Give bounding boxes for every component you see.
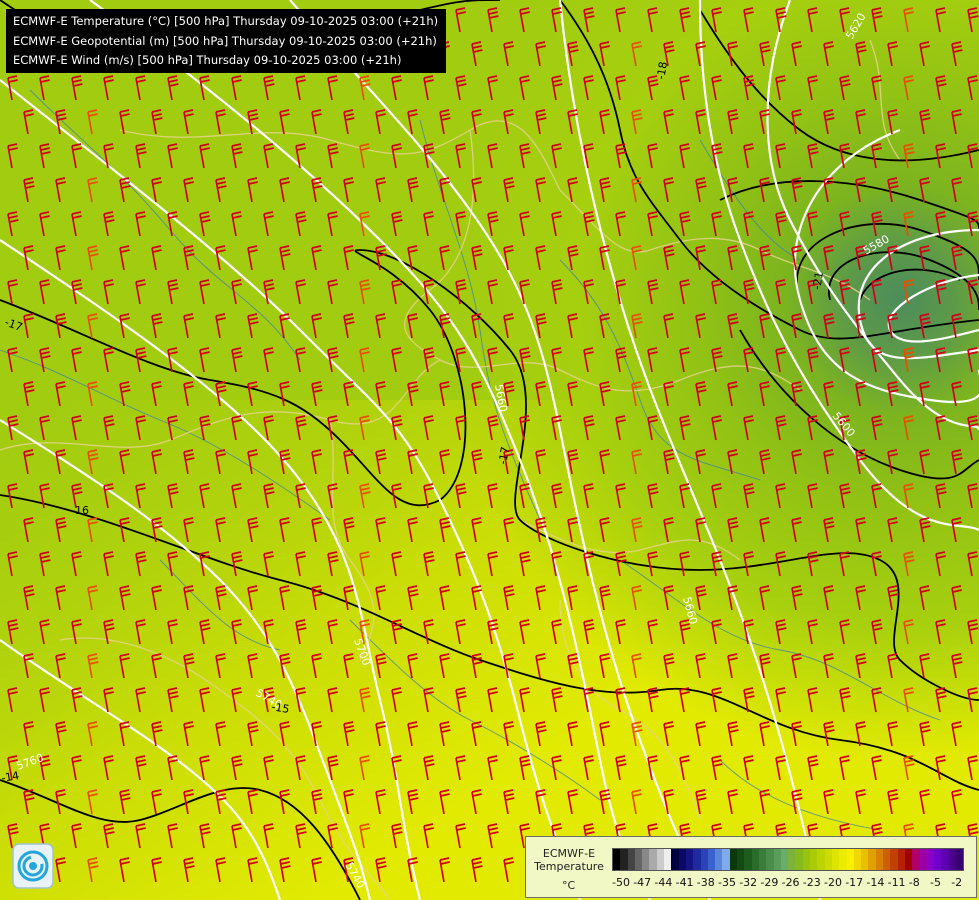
- legend-tick-label: -29: [760, 876, 779, 889]
- legend-tick-label: -32: [739, 876, 758, 889]
- legend-tick-label: -44: [654, 876, 673, 889]
- legend-swatch: [729, 849, 738, 870]
- wind-layer-title: ECMWF-E Wind (m/s) [500 hPa] Thursday 09…: [13, 53, 402, 68]
- legend-swatch: [634, 849, 643, 870]
- legend-tick-label: -20: [824, 876, 842, 889]
- legend-swatch: [766, 849, 774, 870]
- legend-swatch: [780, 849, 789, 870]
- legend-swatch: [649, 849, 657, 870]
- map-canvas[interactable]: 5620 5580 5600 5660 5660 5700 5740 5760 …: [0, 0, 979, 900]
- legend-swatch: [853, 849, 862, 870]
- legend-tick-label: -14: [866, 876, 885, 889]
- legend-swatch: [671, 849, 679, 870]
- legend-swatch: [831, 849, 840, 870]
- legend-swatch: [773, 849, 781, 870]
- legend-swatch: [737, 849, 745, 870]
- legend-swatch: [700, 849, 708, 870]
- legend-swatch: [948, 849, 956, 870]
- legend-tick-label: -47: [633, 876, 652, 889]
- legend-swatch: [758, 849, 767, 870]
- legend-swatch: [882, 849, 891, 870]
- legend-tick-label: -8: [908, 876, 920, 889]
- legend-swatch: [678, 849, 686, 870]
- legend-swatch: [912, 849, 920, 870]
- legend-swatch: [817, 849, 825, 870]
- legend-swatch: [613, 849, 621, 870]
- legend-swatch: [846, 849, 854, 870]
- legend-tick-label: -41: [675, 876, 694, 889]
- temperature-layer-title: ECMWF-E Temperature (°C) [500 hPa] Thurs…: [13, 14, 439, 28]
- legend-tick-label: -35: [718, 876, 736, 889]
- map-info-box: ECMWF-E Temperature (°C) [500 hPa] Thurs…: [6, 9, 447, 74]
- legend-tick-label: -2: [951, 876, 963, 889]
- legend-tick-label: -5: [930, 876, 941, 889]
- legend-swatch: [664, 849, 672, 870]
- legend-swatch: [875, 849, 883, 870]
- geopotential-layer-title: ECMWF-E Geopotential (m) [500 hPa] Thurs…: [13, 33, 437, 48]
- legend-swatch: [795, 849, 803, 870]
- legend-swatch: [810, 849, 818, 870]
- legend-swatch: [744, 849, 752, 870]
- legend-swatch: [707, 849, 716, 870]
- legend-swatch: [751, 849, 759, 870]
- legend-swatch: [685, 849, 694, 870]
- legend-swatch: [868, 849, 876, 870]
- legend-tick-label: -50: [612, 876, 630, 889]
- legend-unit: °C: [562, 879, 576, 892]
- legend-tick-label: -23: [802, 876, 821, 889]
- legend-swatch: [620, 849, 628, 870]
- legend-swatch: [890, 849, 898, 870]
- legend-ticks: -50 -47 -44 -41 -38 -35 -32 -29 -26 -23 -20 -17 -14-…: [608, 876, 978, 890]
- legend-swatch: [693, 849, 701, 870]
- temperature-label: -16: [71, 504, 89, 517]
- legend-swatch: [839, 849, 847, 870]
- legend-title-line2: Temperature: [534, 860, 604, 873]
- legend-swatch: [926, 849, 935, 870]
- legend-swatch: [824, 849, 832, 870]
- legend-title: ECMWF-E Temperature: [530, 847, 608, 873]
- legend-tick-label: -11: [887, 876, 906, 889]
- legend-color-scale: [612, 848, 965, 871]
- legend-swatch: [788, 849, 796, 870]
- ecmwf-logo: [12, 843, 54, 889]
- legend-swatch: [897, 849, 905, 870]
- legend-tick-label: -26: [781, 876, 800, 889]
- temperature-legend: ECMWF-E Temperature °C -50 -47 -44 -41 -38 -3…: [525, 836, 977, 898]
- legend-swatch: [934, 849, 942, 870]
- legend-swatch: [941, 849, 949, 870]
- legend-swatch: [919, 849, 927, 870]
- legend-swatch: [861, 849, 869, 870]
- legend-swatch: [904, 849, 913, 870]
- legend-tick-label: -17: [845, 876, 864, 889]
- legend-tick-label: -38: [696, 876, 715, 889]
- legend-swatch: [642, 849, 650, 870]
- legend-swatch: [722, 849, 730, 870]
- legend-swatch: [715, 849, 723, 870]
- legend-swatch: [656, 849, 665, 870]
- legend-title-line1: ECMWF-E: [542, 847, 596, 860]
- legend-swatch: [627, 849, 635, 870]
- legend-swatch: [802, 849, 811, 870]
- legend-swatch: [955, 849, 964, 870]
